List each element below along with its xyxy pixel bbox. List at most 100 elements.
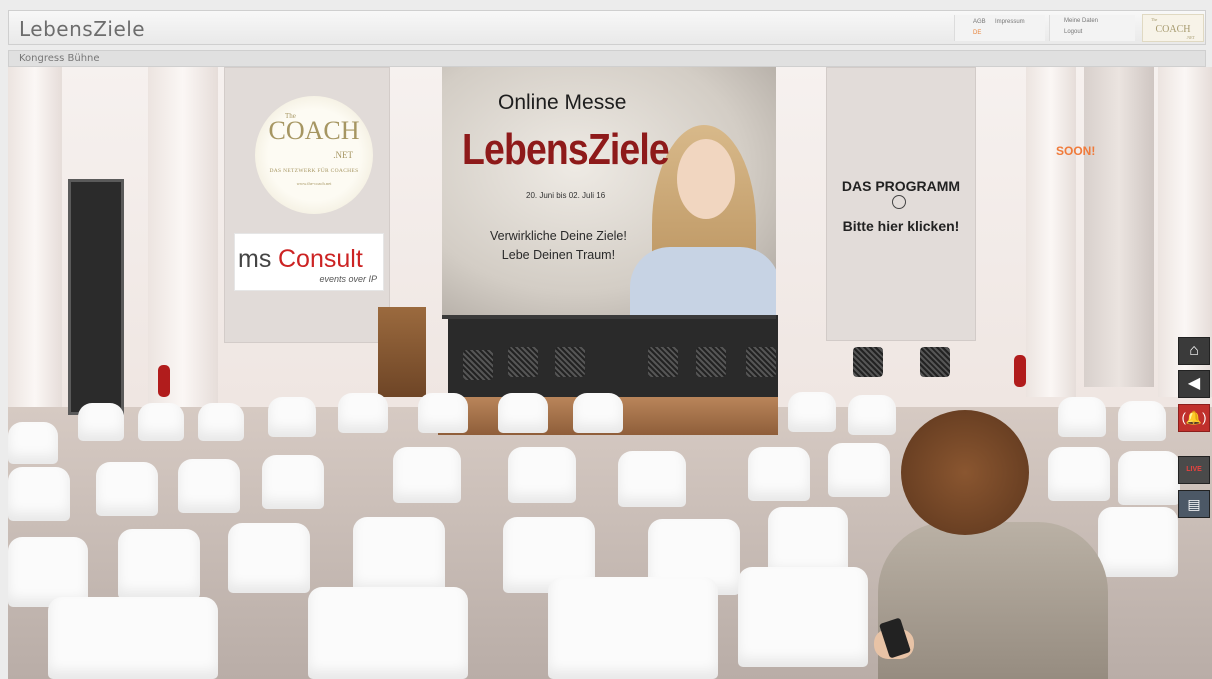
audience-chair <box>498 393 548 433</box>
stage-chair <box>696 347 726 377</box>
program-click-link[interactable]: Bitte hier klicken! <box>827 218 975 234</box>
lectern <box>378 307 426 397</box>
stage-chair <box>746 347 776 377</box>
program-title: DAS PROGRAMM <box>841 178 961 194</box>
account-links-box: Meine Daten Logout <box>1049 15 1135 41</box>
coach-logo-net: .NET <box>333 150 353 160</box>
language-selector[interactable]: DE <box>973 30 981 36</box>
meine-daten-link[interactable]: Meine Daten <box>1064 18 1098 24</box>
audience-chair <box>8 422 58 464</box>
audience-chair <box>393 447 461 503</box>
msconsult-subtitle: events over IP <box>319 274 377 284</box>
audience-chair <box>262 455 324 509</box>
audience-chair <box>96 462 158 516</box>
audience-chair <box>268 397 316 437</box>
screen-model-face <box>677 139 735 219</box>
msconsult-consult: Consult <box>278 245 363 273</box>
back-button[interactable]: ◀ <box>1178 370 1210 398</box>
elevator-door <box>68 179 124 415</box>
wall-pillar <box>8 67 62 417</box>
stage-chair <box>555 347 585 377</box>
soon-label[interactable]: SOON! <box>1056 144 1095 158</box>
back-arrow-icon: ◀ <box>1187 375 1201 392</box>
logout-link[interactable]: Logout <box>1064 29 1082 35</box>
alarm-button[interactable]: (🔔) <box>1178 404 1210 432</box>
screen-dates: 20. Juni bis 02. Juli 16 <box>526 191 606 200</box>
program-circle-icon <box>892 195 906 209</box>
audience-chair <box>178 459 240 513</box>
screen-slogan-line1: Verwirkliche Deine Ziele! <box>490 229 627 243</box>
screen-slogan: Verwirkliche Deine Ziele! Lebe Deinen Tr… <box>490 227 627 265</box>
left-banner: The COACH .NET DAS NETZWERK FÜR COACHES … <box>224 67 390 343</box>
home-icon: ⌂ <box>1189 342 1199 359</box>
partner-logo[interactable]: The COACH .NET <box>1142 14 1204 42</box>
fire-extinguisher <box>158 365 170 397</box>
stage-chair <box>853 347 883 377</box>
coach-logo-word: COACH <box>268 116 360 145</box>
audience-chair <box>338 393 388 433</box>
stage-chair <box>920 347 950 377</box>
partner-logo-word: COACH <box>1155 24 1191 35</box>
msconsult-ms: ms <box>238 245 272 273</box>
screen-model-shirt <box>630 247 776 315</box>
audience-chair <box>353 517 445 593</box>
partner-logo-the: The <box>1151 17 1158 22</box>
audience-chair <box>573 393 623 433</box>
audience-chair <box>308 587 468 679</box>
site-logo[interactable]: LebensZiele <box>19 17 145 41</box>
audience-chair <box>1048 447 1110 501</box>
coach-net-logo[interactable]: The COACH .NET DAS NETZWERK FÜR COACHES … <box>255 96 373 214</box>
wall-pillar <box>148 67 218 407</box>
window-curtain <box>1084 67 1154 387</box>
audience-chair <box>748 447 810 501</box>
stage-chair <box>463 350 493 380</box>
audience-chair <box>118 529 200 599</box>
audience-chair <box>1118 401 1166 441</box>
audience-chair <box>1058 397 1106 437</box>
fire-extinguisher <box>1014 355 1026 387</box>
foreground-person-body <box>878 522 1108 679</box>
foreground-person-hair <box>901 410 1029 535</box>
coach-logo-tagline: DAS NETZWERK FÜR COACHES <box>269 168 359 174</box>
agb-link[interactable]: AGB <box>973 19 986 25</box>
stage-chair <box>648 347 678 377</box>
stage-backdrop <box>448 315 778 399</box>
audience-chair <box>228 523 310 593</box>
audience-chair <box>738 567 868 667</box>
live-button[interactable]: LIVE <box>1178 456 1210 484</box>
breadcrumb-bar: Kongress Bühne <box>8 50 1206 67</box>
home-button[interactable]: ⌂ <box>1178 337 1210 365</box>
audience-chair <box>198 403 244 441</box>
audience-chair <box>138 403 184 441</box>
audience-chair <box>8 467 70 521</box>
projection-screen[interactable]: Online Messe LebensZiele 20. Juni bis 02… <box>442 67 776 319</box>
audience-chair <box>78 403 124 441</box>
msconsult-logo[interactable]: ms Consult events over IP <box>234 233 384 291</box>
stage-chair <box>508 347 538 377</box>
congress-hall-scene: The COACH .NET DAS NETZWERK FÜR COACHES … <box>8 67 1212 679</box>
program-banner[interactable]: DAS PROGRAMM Bitte hier klicken! <box>826 67 976 341</box>
alarm-bell-icon: (🔔) <box>1181 410 1207 425</box>
audience-chair <box>618 451 686 507</box>
audience-chair <box>508 447 576 503</box>
screen-slogan-line2: Lebe Deinen Traum! <box>501 248 616 262</box>
page-title: Kongress Bühne <box>19 53 100 64</box>
live-icon: LIVE <box>1186 466 1202 473</box>
audience-chair <box>48 597 218 679</box>
audience-chair <box>418 393 468 433</box>
audience-chair <box>848 395 896 435</box>
coach-logo-url: www.the-coach.net <box>296 181 332 186</box>
audience-chair <box>1118 451 1180 505</box>
screen-title: LebensZiele <box>462 125 670 174</box>
legal-links-box: AGB Impressum DE <box>954 15 1045 41</box>
audience-chair <box>788 392 836 432</box>
wall-pillar <box>1026 67 1076 397</box>
screen-heading: Online Messe <box>498 91 627 114</box>
book-button[interactable]: ▤ <box>1178 490 1210 518</box>
top-header: LebensZiele AGB Impressum DE Meine Daten… <box>8 10 1206 45</box>
impressum-link[interactable]: Impressum <box>995 19 1025 25</box>
audience-chair <box>828 443 890 497</box>
audience-chair <box>1098 507 1178 577</box>
partner-logo-net: .NET <box>1186 35 1195 40</box>
audience-chair <box>548 577 718 679</box>
